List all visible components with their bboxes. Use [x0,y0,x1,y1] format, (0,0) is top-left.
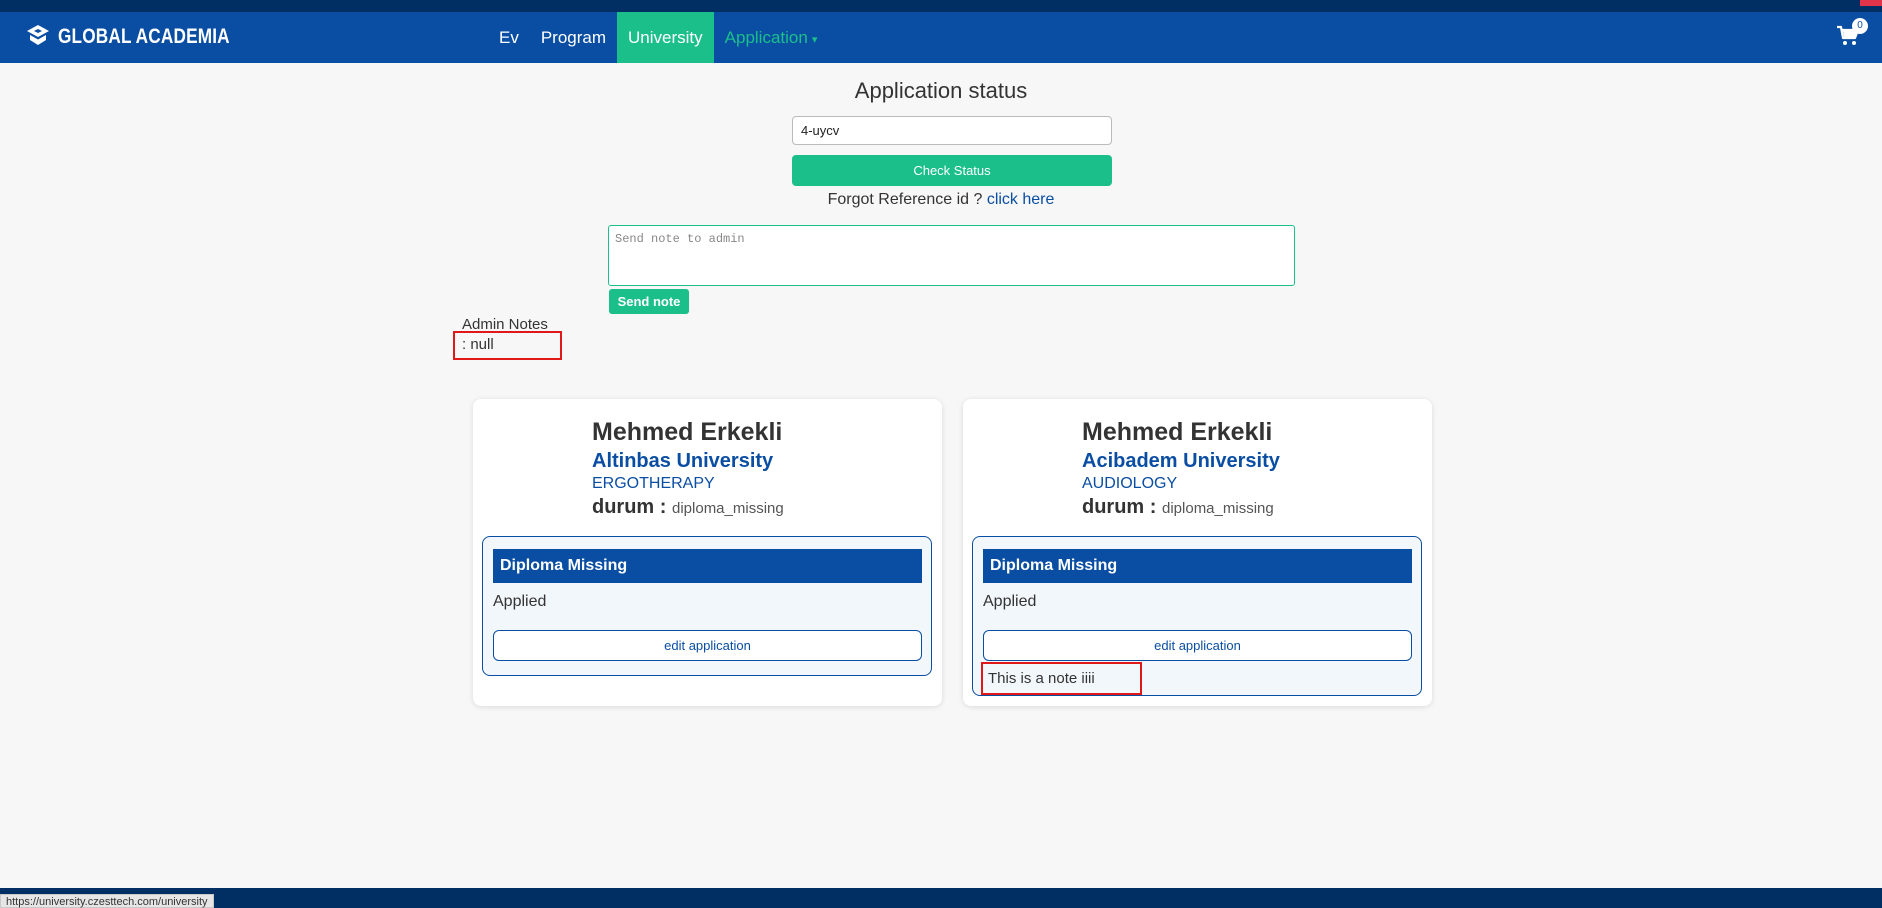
nav-item-university[interactable]: University [617,12,714,63]
forgot-reference-link[interactable]: click here [987,191,1055,208]
durum-row: durum : diploma_missing [592,496,784,519]
nav-item-program[interactable]: Program [530,12,617,63]
shield-logo-icon [27,25,49,45]
edit-application-button[interactable]: edit application [493,630,922,661]
highlight-box [453,331,562,360]
edit-application-button[interactable]: edit application [983,630,1412,661]
program-name: AUDIOLOGY [1082,475,1178,492]
check-status-button[interactable]: Check Status [792,155,1112,186]
page-title: Application status [854,78,1028,103]
status-header: Diploma Missing [983,549,1412,583]
durum-value: diploma_missing [672,500,784,517]
forgot-reference-text: Forgot Reference id ? [827,191,983,208]
student-name: Mehmed Erkekli [1082,418,1273,446]
browser-top-strip [0,0,1882,12]
bottom-bar [0,888,1882,908]
durum-row: durum : diploma_missing [1082,496,1274,519]
status-header: Diploma Missing [493,549,922,583]
application-stage: Applied [493,593,547,610]
reference-id-input[interactable] [792,116,1112,145]
navbar: GLOBAL ACADEMIA Ev Program University Ap… [0,12,1882,63]
send-note-button[interactable]: Send note [609,289,689,314]
forgot-reference: Forgot Reference id ? click here [0,191,1882,209]
main-nav: Ev Program University Application ▾ [488,12,828,63]
brand-logo[interactable]: GLOBAL ACADEMIA [24,22,268,52]
university-name: Altinbas University [592,450,774,472]
nav-item-application-label: Application [724,28,808,47]
flag-icon [1860,0,1882,6]
durum-label: durum : [1082,496,1157,518]
application-stage: Applied [983,593,1037,610]
program-name: ERGOTHERAPY [592,475,715,492]
application-status-panel: Diploma Missing Applied edit application [482,536,932,676]
highlight-box [981,662,1142,695]
brand-name: GLOBAL ACADEMIA [58,25,230,48]
application-card: Mehmed Erkekli Acibadem University AUDIO… [963,399,1432,706]
admin-note-textarea[interactable] [608,225,1295,286]
application-card: Mehmed Erkekli Altinbas University ERGOT… [473,399,942,706]
cart-count-badge: 0 [1852,18,1868,34]
durum-value: diploma_missing [1162,500,1274,517]
nav-item-application[interactable]: Application ▾ [714,12,829,63]
cart-button[interactable]: 0 [1836,18,1868,48]
durum-label: durum : [592,496,667,518]
chevron-down-icon: ▾ [811,34,818,46]
student-name: Mehmed Erkekli [592,418,783,446]
status-url: https://university.czesttech.com/univers… [0,894,214,908]
university-name: Acibadem University [1082,450,1280,472]
nav-item-ev[interactable]: Ev [488,12,530,63]
